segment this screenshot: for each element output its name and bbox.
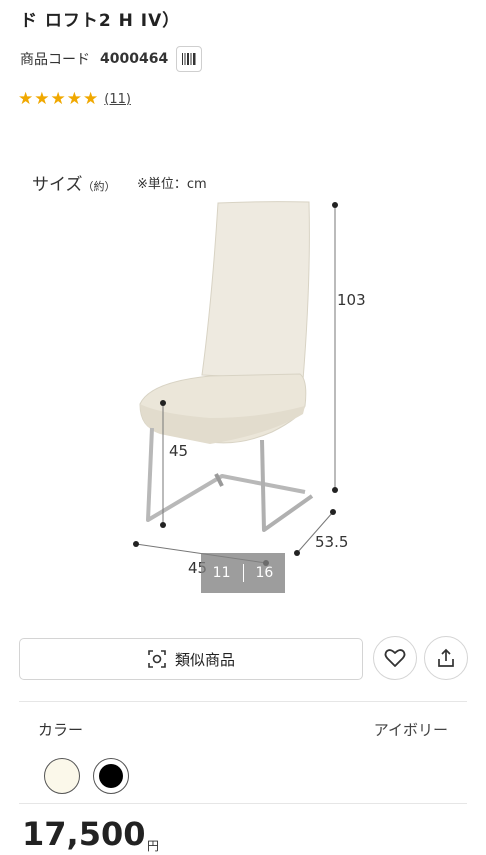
color-label: カラー — [38, 721, 84, 739]
star-icon: ★ — [18, 89, 34, 109]
rating-stars: ★ ★ ★ ★ ★ — [18, 90, 98, 108]
color-swatch-ivory[interactable] — [44, 758, 80, 794]
chair-back — [201, 201, 310, 381]
product-code-row: 商品コード 4000464 — [20, 46, 203, 72]
star-icon: ★ — [50, 89, 66, 109]
price-currency: 円 — [147, 839, 160, 853]
favorite-button[interactable] — [373, 636, 417, 680]
heart-icon — [384, 649, 406, 667]
star-icon: ★ — [83, 89, 99, 109]
camera-search-icon — [147, 649, 167, 669]
star-icon: ★ — [34, 89, 50, 109]
product-code-value: 4000464 — [100, 51, 169, 67]
price-amount: 17,500 — [22, 815, 146, 853]
share-button[interactable] — [424, 636, 468, 680]
pager-current: 11 — [212, 565, 231, 581]
share-icon — [438, 648, 454, 667]
similar-products-label: 類似商品 — [174, 650, 235, 669]
dimension-height: 103 — [337, 291, 366, 309]
review-count-link[interactable]: (11) — [104, 92, 131, 107]
star-icon: ★ — [66, 89, 82, 109]
rating-row: ★ ★ ★ ★ ★ (11) — [18, 90, 131, 108]
color-swatch-black[interactable] — [93, 758, 129, 794]
product-title: ド ロフト2 H IV） — [20, 11, 181, 31]
product-image[interactable] — [0, 190, 486, 570]
dimension-seat-height: 45 — [169, 442, 189, 460]
divider — [19, 803, 467, 804]
barcode-icon[interactable] — [176, 46, 203, 72]
pager-total: 16 — [255, 565, 274, 581]
color-swatch-black-fill — [99, 764, 123, 788]
image-pager: 11 16 — [201, 553, 285, 593]
similar-products-button[interactable]: 類似商品 — [19, 638, 363, 680]
product-code-label: 商品コード — [20, 52, 90, 68]
dimension-depth: 53.5 — [315, 533, 349, 551]
color-selected-value: アイボリー — [373, 721, 448, 739]
pager-separator — [242, 564, 244, 582]
divider — [19, 701, 467, 702]
